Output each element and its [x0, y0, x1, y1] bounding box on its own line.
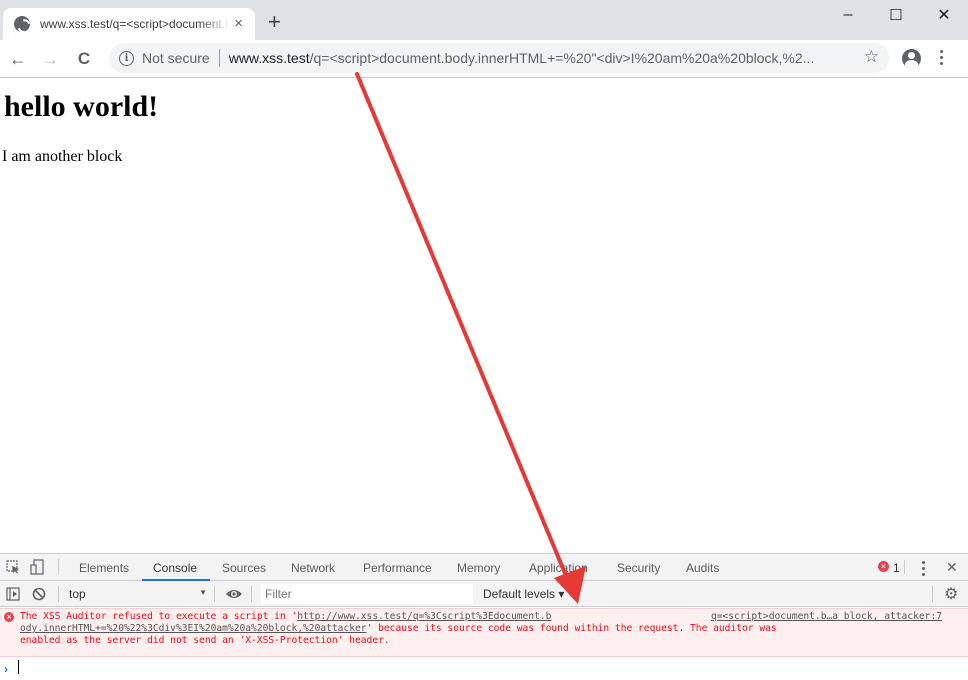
error-count-icon[interactable]: × [878, 561, 889, 572]
tab-performance[interactable]: Performance [363, 561, 432, 575]
maximize-button[interactable]: ☐ [872, 0, 920, 30]
device-toolbar-icon[interactable] [30, 559, 44, 575]
omnibox-separator [218, 49, 220, 67]
error-text-line3: enabled as the server did not send an 'X… [20, 635, 390, 646]
error-icon: × [4, 612, 14, 622]
blocked-url-link[interactable]: http://www.xss.test/q=%3Cscript%3Edocume… [297, 611, 551, 622]
browser-menu-icon[interactable] [940, 50, 944, 68]
browser-tab[interactable]: www.xss.test/q=<script>document.body.inn… [3, 8, 255, 40]
page-heading: hello world! [4, 90, 159, 123]
console-prompt-icon: › [4, 662, 8, 676]
blocked-url-link-cont[interactable]: ody.innerHTML+=%20%22%3Cdiv%3EI%20am%20a… [20, 623, 367, 634]
devtools-menu-icon[interactable] [922, 561, 926, 579]
toolbar-divider [904, 560, 905, 574]
console-settings-gear-icon[interactable]: ⚙ [944, 584, 958, 604]
show-sidebar-icon[interactable] [6, 587, 20, 601]
reload-button[interactable]: C [72, 47, 96, 71]
page-paragraph: I am another block [2, 148, 123, 165]
inspect-element-icon[interactable] [6, 560, 20, 574]
clear-console-icon[interactable] [32, 587, 46, 601]
page-content: hello world! I am another block [0, 79, 968, 549]
tab-network[interactable]: Network [291, 561, 335, 575]
console-error-message: × The XSS Auditor refused to execute a sc… [0, 608, 968, 657]
browser-toolbar: ← → C i Not secure www.xss.test/q=<scrip… [0, 40, 968, 78]
bookmark-star-icon[interactable]: ☆ [864, 47, 879, 67]
log-levels-dropdown[interactable]: Default levels ▾ [483, 587, 564, 601]
console-toolbar: top ▼ Default levels ▾ ⚙ [0, 581, 968, 607]
tab-elements[interactable]: Elements [79, 561, 129, 575]
error-count[interactable]: 1 [893, 561, 900, 575]
forward-button[interactable]: → [38, 47, 62, 71]
globe-icon [14, 16, 30, 32]
toolbar-divider [251, 586, 252, 602]
new-tab-button[interactable]: + [268, 11, 281, 33]
context-value: top [69, 587, 86, 601]
live-expression-eye-icon[interactable] [225, 588, 243, 600]
profile-avatar-icon[interactable] [902, 49, 921, 68]
tab-title: www.xss.test/q=<script>document.body.inn… [40, 17, 230, 31]
url-host: www.xss.test [228, 50, 310, 66]
toolbar-divider [214, 586, 215, 602]
url-path: /q=<script>document.body.innerHTML+=%20"… [309, 50, 815, 66]
tab-audits[interactable]: Audits [686, 561, 719, 575]
devtools-close-button[interactable]: ✕ [946, 559, 958, 576]
devtools-tab-bar: Elements Console Sources Network Perform… [0, 554, 968, 581]
minimize-button[interactable]: – [824, 0, 872, 30]
toolbar-divider [932, 586, 933, 602]
toolbar-divider [58, 559, 59, 575]
back-button[interactable]: ← [6, 47, 30, 71]
tab-console[interactable]: Console [153, 561, 197, 575]
source-location-link[interactable]: q=<script>document.b…a block, attacker:7 [711, 611, 942, 623]
context-selector[interactable]: top ▼ [69, 587, 209, 601]
tab-memory[interactable]: Memory [457, 561, 500, 575]
title-bar: www.xss.test/q=<script>document.body.inn… [0, 0, 968, 40]
error-text-cont: ' because its source code was found with… [366, 623, 777, 634]
toolbar-divider [58, 586, 59, 602]
dropdown-arrow-icon: ▼ [199, 588, 207, 597]
tab-close-icon[interactable]: × [234, 15, 243, 32]
console-input-caret[interactable] [18, 660, 19, 674]
devtools-panel: Elements Console Sources Network Perform… [0, 553, 968, 680]
address-bar[interactable]: i Not secure www.xss.test/q=<script>docu… [109, 43, 889, 73]
tab-application[interactable]: Application [529, 561, 588, 575]
info-icon[interactable]: i [119, 50, 134, 66]
tab-sources[interactable]: Sources [222, 561, 266, 575]
security-label[interactable]: Not secure [142, 50, 210, 66]
error-text: The XSS Auditor refused to execute a scr… [20, 611, 298, 622]
tab-security[interactable]: Security [617, 561, 660, 575]
window-close-button[interactable]: ✕ [920, 0, 968, 30]
console-filter-input[interactable] [261, 584, 473, 604]
